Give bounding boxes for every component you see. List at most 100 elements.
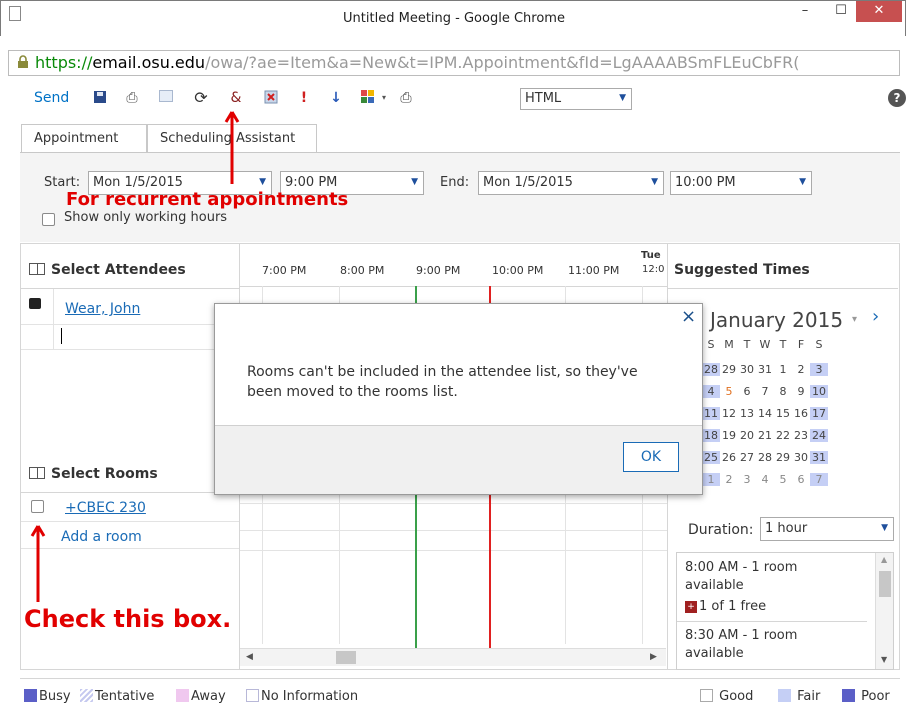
slot-time[interactable]: 8:00 AM - 1 room — [685, 559, 797, 577]
room-name[interactable]: +CBEC 230 — [65, 500, 146, 516]
calendar-day[interactable]: 23 — [792, 429, 810, 442]
attach-icon[interactable]: ⎙ — [124, 90, 140, 106]
slot-free-count[interactable]: 1 of 1 free — [699, 598, 766, 616]
calendar-day[interactable]: 22 — [774, 429, 792, 442]
recurrence-icon[interactable]: ⟳ — [193, 90, 209, 106]
select-attendees-header[interactable]: Select Attendees — [29, 262, 186, 278]
end-time-select[interactable]: 10:00 PM ▼ — [670, 171, 812, 195]
select-rooms-header[interactable]: Select Rooms — [29, 466, 158, 482]
calendar-day[interactable]: 15 — [774, 407, 792, 420]
insert-image-icon[interactable] — [158, 90, 174, 106]
categorize-dropdown-icon[interactable]: ▾ — [376, 90, 392, 106]
check-names-icon[interactable]: & — [228, 90, 244, 106]
ok-button[interactable]: OK — [623, 442, 679, 472]
calendar-day[interactable]: 25 — [702, 451, 720, 464]
calendar-day[interactable]: 30 — [738, 363, 756, 376]
calendar-day[interactable]: 31 — [810, 451, 828, 464]
help-icon[interactable]: ? — [888, 89, 906, 107]
message-format-select[interactable]: HTML ▼ — [520, 88, 632, 110]
away-swatch — [176, 689, 189, 702]
calendar-day[interactable]: 6 — [738, 385, 756, 398]
legend-fair: Fair — [778, 689, 820, 704]
calendar-week-row: 1234567 — [702, 473, 828, 486]
minimize-button[interactable]: – — [787, 2, 823, 22]
calendar-day[interactable]: 4 — [702, 385, 720, 398]
calendar-day[interactable]: 28 — [756, 451, 774, 464]
calendar-day[interactable]: 5 — [774, 473, 792, 486]
low-importance-icon[interactable]: ↓ — [328, 90, 344, 106]
send-button[interactable]: Send — [34, 90, 69, 106]
calendar-day[interactable]: 7 — [756, 385, 774, 398]
close-icon[interactable]: × — [681, 306, 696, 327]
scroll-down-icon[interactable]: ▼ — [881, 655, 887, 664]
address-book-icon — [29, 263, 45, 275]
calendar-day[interactable]: 28 — [702, 363, 720, 376]
suggested-slot-list[interactable]: 8:00 AM - 1 room available + 1 of 1 free… — [676, 552, 894, 670]
add-room-link[interactable]: Add a room — [61, 529, 142, 545]
timeline-scrollbar[interactable]: ◀ ▶ — [240, 648, 666, 666]
calendar-day[interactable]: 6 — [792, 473, 810, 486]
calendar-day[interactable]: 2 — [720, 473, 738, 486]
slot-availability[interactable]: available — [685, 645, 744, 663]
hour-label: 12:0 — [642, 264, 665, 275]
calendar-day-today[interactable]: 5 — [720, 385, 738, 398]
scroll-left-icon[interactable]: ◀ — [246, 652, 253, 662]
calendar-day[interactable]: 1 — [774, 363, 792, 376]
calendar-day[interactable]: 30 — [792, 451, 810, 464]
maximize-button[interactable]: ☐ — [823, 2, 859, 22]
calendar-day[interactable]: 31 — [756, 363, 774, 376]
calendar-day[interactable]: 17 — [810, 407, 828, 420]
calendar-day[interactable]: 20 — [738, 429, 756, 442]
room-checkbox[interactable] — [31, 500, 44, 513]
calendar-day[interactable]: 16 — [792, 407, 810, 420]
checkbox-annotation: Check this box. — [24, 605, 232, 633]
calendar-day[interactable]: 13 — [738, 407, 756, 420]
month-dropdown-icon[interactable]: ▾ — [852, 314, 857, 325]
calendar-day[interactable]: 2 — [792, 363, 810, 376]
end-date-select[interactable]: Mon 1/5/2015 ▼ — [478, 171, 664, 195]
slot-list-scrollbar[interactable]: ▲ ▼ — [875, 553, 893, 669]
calendar-day[interactable]: 11 — [702, 407, 720, 420]
calendar-day[interactable]: 4 — [756, 473, 774, 486]
attendee-input-cursor[interactable] — [61, 328, 62, 344]
calendar-day[interactable]: 24 — [810, 429, 828, 442]
working-hours-checkbox[interactable] — [42, 213, 55, 226]
address-bar[interactable]: https://email.osu.edu/owa/?ae=Item&a=New… — [8, 50, 900, 76]
calendar-day[interactable]: 21 — [756, 429, 774, 442]
save-icon[interactable] — [92, 90, 108, 106]
calendar-day[interactable]: 26 — [720, 451, 738, 464]
checkbox-arrow — [28, 522, 48, 606]
scrollbar-thumb[interactable] — [336, 651, 356, 664]
high-importance-icon[interactable]: ! — [296, 90, 312, 106]
calendar-day[interactable]: 1 — [702, 473, 720, 486]
calendar-day[interactable]: 10 — [810, 385, 828, 398]
calendar-day[interactable]: 3 — [738, 473, 756, 486]
calendar-day[interactable]: 9 — [792, 385, 810, 398]
next-month-icon[interactable]: › — [872, 306, 879, 327]
calendar-day[interactable]: 14 — [756, 407, 774, 420]
categorize-icon[interactable] — [360, 90, 376, 106]
calendar-day[interactable]: 19 — [720, 429, 738, 442]
print-icon[interactable]: ⎙ — [398, 90, 414, 106]
weekday-header-row: SMTWTFS — [707, 338, 823, 351]
calendar-day[interactable]: 29 — [720, 363, 738, 376]
scroll-right-icon[interactable]: ▶ — [650, 652, 657, 662]
scrollbar-thumb[interactable] — [879, 571, 891, 597]
calendar-day[interactable]: 12 — [720, 407, 738, 420]
cancel-invitation-icon[interactable] — [263, 90, 279, 106]
chevron-down-icon: ▼ — [881, 523, 888, 533]
calendar-day[interactable]: 7 — [810, 473, 828, 486]
calendar-day[interactable]: 27 — [738, 451, 756, 464]
close-window-button[interactable]: ✕ — [856, 1, 902, 22]
scroll-up-icon[interactable]: ▲ — [881, 555, 887, 564]
slot-availability[interactable]: available — [685, 577, 744, 595]
calendar-day[interactable]: 18 — [702, 429, 720, 442]
tab-appointment[interactable]: Appointment — [21, 124, 147, 153]
calendar-day[interactable]: 8 — [774, 385, 792, 398]
slot-time[interactable]: 8:30 AM - 1 room — [685, 627, 797, 645]
calendar-day[interactable]: 3 — [810, 363, 828, 376]
attendee-name[interactable]: Wear, John — [65, 301, 140, 317]
divider — [21, 521, 239, 522]
duration-select[interactable]: 1 hour ▼ — [760, 517, 894, 541]
calendar-day[interactable]: 29 — [774, 451, 792, 464]
